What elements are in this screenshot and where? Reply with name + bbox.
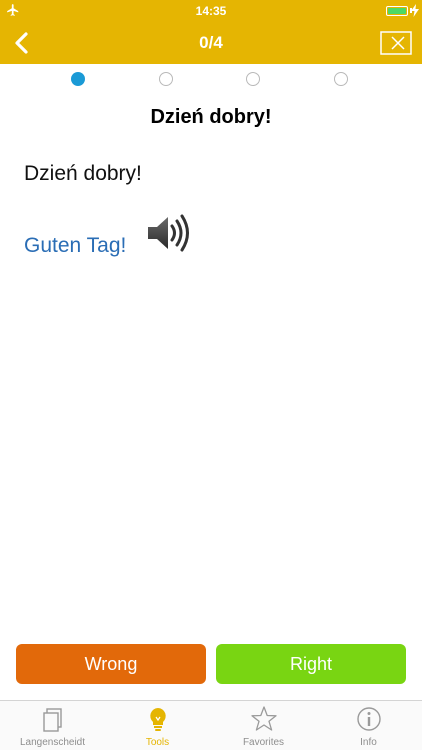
card-title: Dzień dobry! (150, 106, 272, 128)
book-icon (42, 708, 62, 732)
progress-dot-1 (71, 72, 85, 86)
progress-dot-2 (159, 72, 173, 86)
progress-indicator (0, 70, 422, 88)
charging-icon (411, 4, 419, 17)
tab-label-tools: Tools (145, 737, 170, 748)
close-box-icon[interactable] (380, 31, 412, 55)
tab-label-langenscheidt: Langenscheidt (19, 737, 86, 748)
tab-label-favorites: Favorites (242, 737, 285, 748)
tab-label-info: Info (360, 737, 377, 748)
status-time: 14:35 (195, 4, 227, 18)
star-icon (250, 706, 277, 731)
translation-phrase: Guten Tag! (24, 234, 127, 257)
progress-dot-4 (334, 72, 348, 86)
info-icon (356, 707, 381, 731)
status-bar: 14:35 (0, 0, 422, 22)
speaker-icon[interactable] (147, 212, 191, 254)
battery-icon (386, 6, 408, 16)
tab-info[interactable]: Info (316, 701, 421, 751)
tab-tools[interactable]: Tools (105, 701, 210, 751)
tab-favorites[interactable]: Favorites (211, 701, 316, 751)
progress-dot-3 (246, 72, 260, 86)
source-phrase: Dzień dobry! (24, 162, 142, 185)
wrong-button[interactable]: Wrong (16, 644, 206, 684)
lightbulb-icon (149, 708, 166, 731)
tab-bar: Langenscheidt Tools Favorites Info (0, 700, 422, 750)
tab-langenscheidt[interactable]: Langenscheidt (0, 701, 105, 751)
nav-bar: 0/4 (0, 22, 422, 64)
right-button[interactable]: Right (216, 644, 406, 684)
nav-title-counter: 0/4 (199, 33, 223, 52)
